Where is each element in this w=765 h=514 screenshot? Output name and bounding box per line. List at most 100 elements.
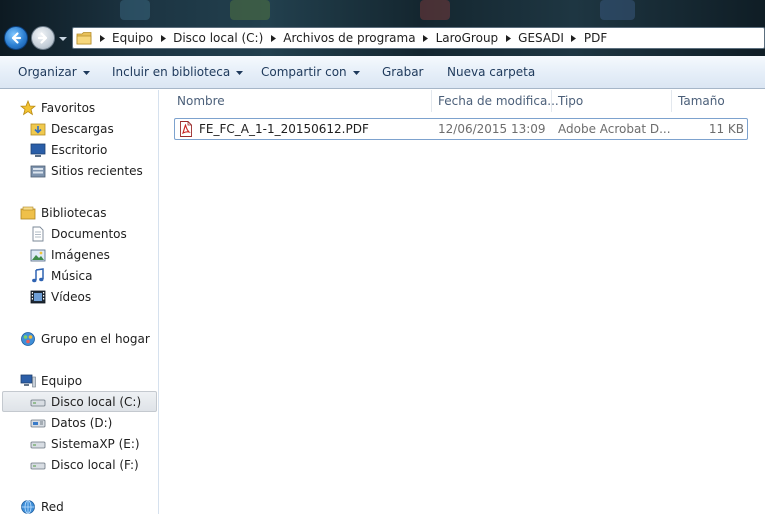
new-folder-button[interactable]: Nueva carpeta xyxy=(447,56,535,89)
nav-item-label: Documentos xyxy=(51,226,127,241)
nav-item-label: Imágenes xyxy=(51,247,110,262)
homegroup-icon xyxy=(20,331,36,347)
back-button[interactable] xyxy=(4,26,28,50)
drive-icon xyxy=(30,394,46,410)
burn-button[interactable]: Grabar xyxy=(382,56,424,89)
burn-label: Grabar xyxy=(382,65,424,79)
drive-icon xyxy=(30,436,46,452)
chevron-down-icon xyxy=(236,70,244,75)
column-header-type[interactable]: Tipo xyxy=(558,90,583,112)
chevron-right-icon xyxy=(423,34,429,42)
share-with-button[interactable]: Compartir con xyxy=(261,56,360,89)
nav-item-label: Música xyxy=(51,268,93,283)
nav-item-disco-local-c[interactable]: Disco local (C:) xyxy=(2,391,157,412)
network-drive-icon xyxy=(30,415,46,431)
desktop-icon xyxy=(30,142,46,158)
column-header-size[interactable]: Tamaño xyxy=(678,90,725,112)
command-bar: Organizar Incluir en biblioteca Comparti… xyxy=(0,56,765,89)
breadcrumb-item-pdf[interactable]: PDF xyxy=(582,27,609,49)
music-icon xyxy=(30,267,46,284)
chevron-right-icon xyxy=(160,34,166,42)
column-divider[interactable] xyxy=(431,90,432,112)
chevron-down-icon xyxy=(82,70,90,75)
nav-item-label: Datos (D:) xyxy=(51,415,113,430)
taskbar-glow-2 xyxy=(230,0,270,20)
taskbar-glow-4 xyxy=(600,0,635,20)
nav-libraries-label: Bibliotecas xyxy=(41,205,107,220)
organize-button[interactable]: Organizar xyxy=(18,56,90,89)
breadcrumb-separator[interactable] xyxy=(500,27,516,49)
pdf-file-icon xyxy=(180,121,192,137)
libraries-icon xyxy=(20,205,36,221)
recent-pages-dropdown-icon[interactable] xyxy=(58,34,68,44)
forward-button[interactable] xyxy=(31,26,55,50)
breadcrumb-item-equipo[interactable]: Equipo xyxy=(110,27,155,49)
taskbar-glow-3 xyxy=(420,0,450,20)
breadcrumb-item-disco-local-c[interactable]: Disco local (C:) xyxy=(171,27,265,49)
nav-item-descargas[interactable]: Descargas xyxy=(0,118,157,139)
nav-item-documentos[interactable]: Documentos xyxy=(0,223,157,244)
file-name: FE_FC_A_1-1_20150612.PDF xyxy=(199,122,369,136)
nav-item-escritorio[interactable]: Escritorio xyxy=(0,139,157,160)
nav-item-sitios-recientes[interactable]: Sitios recientes xyxy=(0,160,157,181)
new-folder-label: Nueva carpeta xyxy=(447,65,536,79)
navigation-pane: Favoritos Descargas Escritorio Sitios re… xyxy=(0,90,159,514)
share-with-label: Compartir con xyxy=(261,65,347,79)
downloads-folder-icon xyxy=(30,121,46,137)
file-date-modified: 12/06/2015 13:09 xyxy=(438,122,546,136)
file-list-pane: Nombre Fecha de modifica... Tipo Tamaño … xyxy=(160,90,765,514)
include-in-library-label: Incluir en biblioteca xyxy=(112,65,231,79)
file-row[interactable]: FE_FC_A_1-1_20150612.PDF 12/06/2015 13:0… xyxy=(174,118,748,140)
address-bar[interactable]: Equipo Disco local (C:) Archivos de prog… xyxy=(72,27,765,49)
breadcrumb-item-gesadi[interactable]: GESADI xyxy=(516,27,566,49)
chevron-right-icon xyxy=(270,34,276,42)
nav-network[interactable]: Red xyxy=(0,496,157,514)
file-size: 11 KB xyxy=(708,122,744,136)
breadcrumb-item-larogroup[interactable]: LaroGroup xyxy=(434,27,501,49)
column-divider[interactable] xyxy=(551,90,552,112)
nav-item-label: Sitios recientes xyxy=(51,163,143,178)
breadcrumb-separator[interactable] xyxy=(418,27,434,49)
nav-computer-label: Equipo xyxy=(41,373,83,388)
videos-icon xyxy=(30,289,46,305)
nav-homegroup[interactable]: Grupo en el hogar xyxy=(0,328,157,349)
nav-item-label: SistemaXP (E:) xyxy=(51,436,140,451)
arrow-right-icon xyxy=(37,32,48,44)
window-titlebar: Equipo Disco local (C:) Archivos de prog… xyxy=(0,0,765,56)
nav-item-label: Descargas xyxy=(51,121,114,136)
file-name-cell[interactable]: FE_FC_A_1-1_20150612.PDF xyxy=(175,119,369,139)
computer-icon xyxy=(20,373,36,389)
nav-item-datos-d[interactable]: Datos (D:) xyxy=(0,412,157,433)
breadcrumb-separator[interactable] xyxy=(94,27,110,49)
star-icon xyxy=(20,99,36,116)
nav-item-disco-local-f[interactable]: Disco local (F:) xyxy=(0,454,157,475)
breadcrumb-item-archivos-de-programa[interactable]: Archivos de programa xyxy=(281,27,417,49)
nav-item-label: Disco local (F:) xyxy=(51,457,139,472)
taskbar-glow-1 xyxy=(120,0,150,20)
nav-favorites-label: Favoritos xyxy=(41,100,96,115)
file-type: Adobe Acrobat D... xyxy=(558,122,671,136)
nav-item-imagenes[interactable]: Imágenes xyxy=(0,244,157,265)
column-header-date-modified[interactable]: Fecha de modifica... xyxy=(438,90,559,112)
nav-item-videos[interactable]: Vídeos xyxy=(0,286,157,307)
nav-libraries[interactable]: Bibliotecas xyxy=(0,202,157,223)
breadcrumb-separator[interactable] xyxy=(566,27,582,49)
drive-icon xyxy=(30,457,46,473)
nav-homegroup-label: Grupo en el hogar xyxy=(41,331,150,346)
chevron-right-icon xyxy=(505,34,511,42)
nav-item-label: Escritorio xyxy=(51,142,108,157)
nav-item-sistemaxp-e[interactable]: SistemaXP (E:) xyxy=(0,433,157,454)
nav-favorites[interactable]: Favoritos xyxy=(0,97,157,118)
pictures-icon xyxy=(30,247,46,263)
organize-label: Organizar xyxy=(18,65,77,79)
column-header-name[interactable]: Nombre xyxy=(177,90,225,112)
breadcrumb-separator[interactable] xyxy=(155,27,171,49)
arrow-left-icon xyxy=(11,32,22,44)
nav-item-musica[interactable]: Música xyxy=(0,265,157,286)
nav-network-label: Red xyxy=(41,499,64,514)
include-in-library-button[interactable]: Incluir en biblioteca xyxy=(112,56,244,89)
breadcrumb-separator[interactable] xyxy=(265,27,281,49)
chevron-down-icon xyxy=(352,70,360,75)
nav-computer[interactable]: Equipo xyxy=(0,370,157,391)
column-divider[interactable] xyxy=(671,90,672,112)
